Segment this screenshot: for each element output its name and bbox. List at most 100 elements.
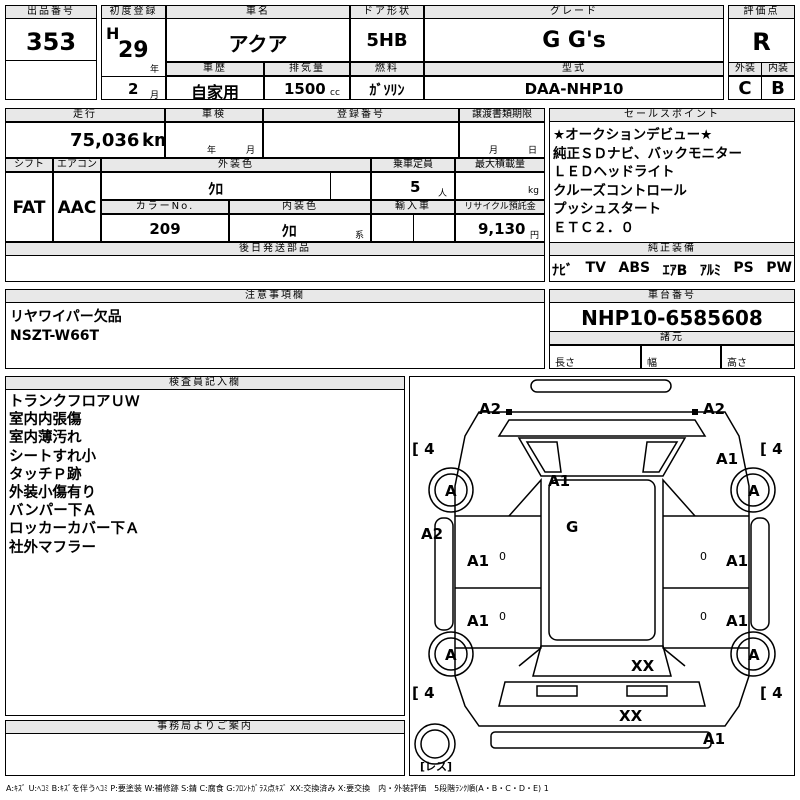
regno-cell — [263, 122, 459, 158]
mark-tire-rear-right: A — [748, 646, 760, 664]
transfer-label: 譲渡書類期限 — [459, 108, 545, 122]
equipment-item: PS — [733, 260, 754, 276]
mark-zero-l1: 0 — [499, 550, 506, 563]
int-color: ｸﾛ — [281, 222, 297, 240]
roof-shape — [548, 479, 656, 641]
inspector-label: 検査員記入欄 — [5, 376, 405, 390]
mileage: 75,036 — [70, 130, 140, 151]
mark-a1-roof: A1 — [548, 472, 571, 490]
mark-a1-left-rear-door: A1 — [467, 612, 490, 630]
mark-a1-front-right: A1 — [716, 450, 739, 468]
fuel: ｶﾞｿﾘﾝ — [369, 83, 405, 99]
height-label: 高さ — [727, 358, 747, 369]
sales-point-line: 純正ＳＤナビ、バックモニター — [553, 145, 742, 162]
inspector-list: トランクフロアＵＷ 室内内張傷 室内薄汚れ シートすれ小 タッチＰ跡 外装小傷有… — [9, 393, 140, 557]
sales-point-line: ★オークションデビュー★ — [553, 127, 713, 143]
import-label: 輸入車 — [371, 200, 455, 214]
tread-front-left: [ 4 — [412, 440, 435, 458]
mark-a2-front-right: A2 — [703, 400, 726, 418]
equipment-list: ﾅﾋﾞ TV ABS ｴｱB ｱﾙﾐ PS PW — [552, 260, 792, 280]
width-label: 幅 — [647, 358, 657, 369]
month-unit: 月 — [150, 91, 160, 101]
equipment-item: ﾅﾋﾞ — [552, 263, 573, 279]
equipment-item: PW — [766, 260, 792, 276]
inspector-line: 社外マフラー — [9, 539, 96, 556]
displacement: 1500 — [284, 80, 326, 98]
int-color-unit: 系 — [355, 231, 365, 241]
chassis-number: NHP10-6585608 — [581, 306, 763, 330]
inspection-year-unit: 年 — [207, 146, 217, 156]
mark-zero-l2: 0 — [499, 610, 506, 623]
model-label: 型式 — [424, 62, 724, 76]
inspector-line: トランクフロアＵＷ — [9, 394, 140, 410]
ext-label: 外装 — [728, 62, 762, 76]
inspector-line: タッチＰ跡 — [9, 466, 82, 483]
legend: A:ｷｽﾞ U:ﾍｺﾐ B:ｷｽﾞを伴うﾍｺﾐ P:要塗装 W:補修跡 S:錆 … — [6, 784, 549, 793]
history-label: 車歴 — [166, 62, 264, 76]
mark-tire-front-left: A — [445, 482, 457, 500]
model: DAA-NHP10 — [524, 80, 624, 98]
inspector-line: 外装小傷有り — [9, 485, 96, 502]
tread-front-right: [ 4 — [760, 440, 783, 458]
rear-bumper-shape — [490, 731, 712, 749]
car-name: アクア — [228, 32, 288, 56]
later-parts-label: 後日発送部品 — [5, 242, 545, 256]
shift: FAT — [12, 198, 46, 218]
mark-xx-bumper: XX — [619, 707, 643, 725]
reg-year: 29 — [118, 38, 149, 63]
ext-color: ｸﾛ — [207, 180, 223, 198]
ac: AAC — [57, 198, 97, 218]
inspector-line: バンパー下Ａ — [9, 503, 97, 520]
ext-color-sub-cell — [330, 172, 371, 200]
color-no-label: カラーNo. — [101, 200, 229, 214]
a2-front-right-marker — [692, 409, 698, 415]
score: R — [752, 28, 771, 56]
ext-color-label: 外装色 — [101, 158, 371, 172]
history: 自家用 — [190, 83, 239, 102]
inspector-line: ロッカーカバー下Ａ — [9, 521, 140, 538]
equipment-item: ｴｱB — [662, 263, 688, 279]
mark-g-glass: G — [566, 518, 579, 536]
sales-points-label: セールスポイント — [549, 108, 795, 122]
inspector-line: 室内薄汚れ — [9, 430, 82, 447]
transfer-day-unit: 日 — [528, 146, 538, 156]
equipment-item: ｱﾙﾐ — [699, 263, 721, 279]
regno-label: 登録番号 — [263, 108, 459, 122]
fuel-label: 燃料 — [350, 62, 424, 76]
int-color-label: 内装色 — [229, 200, 371, 214]
spare-tire-label: [レス] — [420, 760, 453, 773]
office-label: 事務局よりご案内 — [5, 720, 405, 734]
capacity: 5 — [410, 178, 421, 196]
load-unit: kg — [528, 186, 539, 196]
mileage-label: 走行 — [5, 108, 165, 122]
capacity-unit: 人 — [438, 189, 448, 199]
recycle: 9,130 — [478, 220, 526, 238]
car-diagram — [414, 379, 776, 765]
reg-month: 2 — [128, 80, 139, 98]
equipment-item: ABS — [618, 260, 651, 276]
mark-a1-left-front-door: A1 — [467, 552, 490, 570]
int-grade: B — [771, 78, 785, 99]
mark-tire-front-right: A — [748, 482, 760, 500]
chassis-label: 車台番号 — [549, 289, 795, 303]
mark-a2-left: A2 — [421, 525, 444, 543]
mark-tire-rear-left: A — [445, 646, 457, 664]
capacity-label: 乗車定員 — [371, 158, 455, 172]
note-line: NSZT-W66T — [10, 328, 100, 344]
mark-a2-front-left: A2 — [479, 400, 502, 418]
inspection-month-unit: 月 — [246, 146, 256, 156]
load-label: 最大積載量 — [455, 158, 545, 172]
inspector-line: シートすれ小 — [9, 448, 96, 465]
notes-label: 注意事項欄 — [5, 289, 545, 303]
transfer-month-unit: 月 — [489, 146, 499, 156]
year-unit: 年 — [150, 65, 160, 75]
front-bumper-shape — [530, 379, 672, 393]
tread-rear-right: [ 4 — [760, 684, 783, 702]
note-line: リヤワイパー欠品 — [10, 309, 122, 325]
length-label: 長さ — [555, 358, 575, 369]
ext-grade: C — [738, 78, 752, 99]
equipment-label: 純正装備 — [549, 242, 795, 256]
notes-list: リヤワイパー欠品 NSZT-W66T — [10, 308, 122, 346]
displacement-label: 排気量 — [264, 62, 350, 76]
body-outline — [454, 411, 750, 727]
